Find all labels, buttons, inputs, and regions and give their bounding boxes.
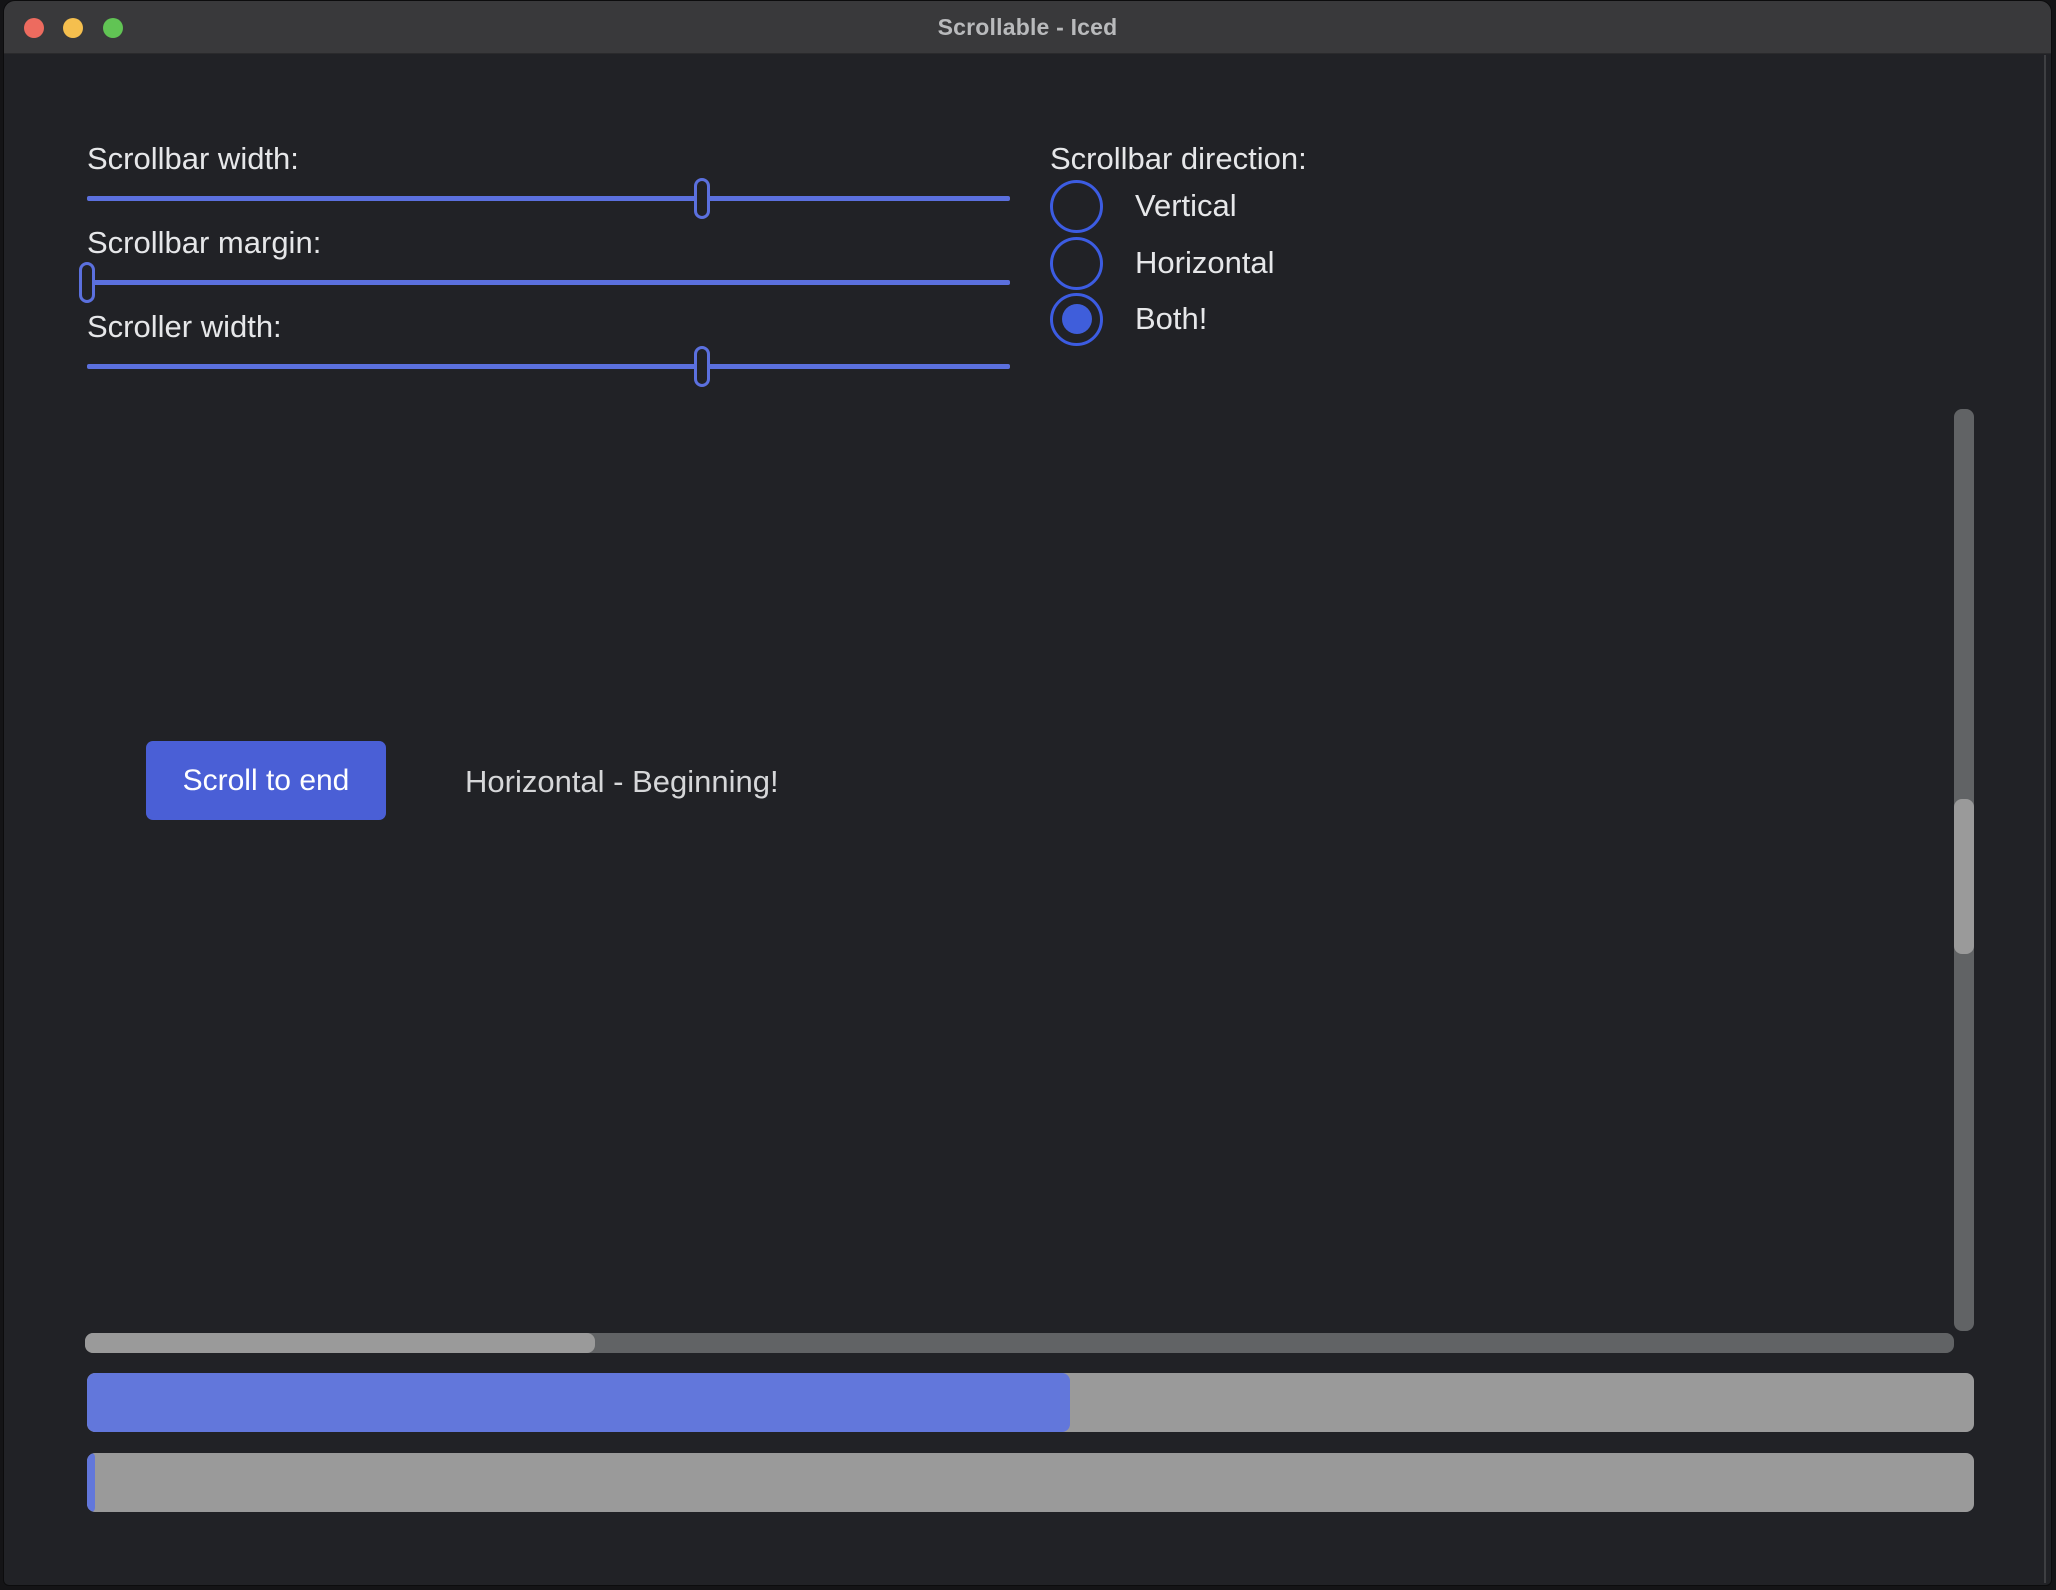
radio-option-vertical[interactable]: Vertical xyxy=(1050,178,1237,234)
scrollbar-margin-label: Scrollbar margin: xyxy=(87,225,321,261)
slider-track[interactable] xyxy=(87,364,1010,369)
radio-option-label[interactable]: Horizontal xyxy=(1135,245,1275,281)
radio-circle-icon[interactable] xyxy=(1050,180,1103,233)
horizontal-scroller[interactable] xyxy=(85,1333,595,1353)
horizontal-scrollbar-rail[interactable] xyxy=(85,1333,1954,1353)
scrollbar-width-slider[interactable] xyxy=(87,178,1010,219)
app-window: Scrollable - Iced Scrollbar width: Scrol… xyxy=(3,0,2052,1586)
progress-fill xyxy=(87,1453,95,1512)
radio-dot-icon xyxy=(1062,304,1092,334)
vertical-progress-bar xyxy=(87,1453,1974,1512)
scroll-status-text: Horizontal - Beginning! xyxy=(465,764,779,800)
slider-handle[interactable] xyxy=(694,346,710,387)
radio-option-label[interactable]: Vertical xyxy=(1135,188,1237,224)
radio-option-horizontal[interactable]: Horizontal xyxy=(1050,235,1275,291)
window-title: Scrollable - Iced xyxy=(938,14,1118,41)
vertical-scrollbar-rail[interactable] xyxy=(1954,409,1974,1331)
scroll-to-end-button[interactable]: Scroll to end xyxy=(146,741,386,820)
screen: Scrollable - Iced Scrollbar width: Scrol… xyxy=(0,0,2056,1590)
scrollbar-direction-label: Scrollbar direction: xyxy=(1050,141,1307,177)
minimize-button[interactable] xyxy=(63,18,83,38)
radio-circle-icon[interactable] xyxy=(1050,237,1103,290)
radio-circle-icon[interactable] xyxy=(1050,293,1103,346)
slider-track[interactable] xyxy=(87,280,1010,285)
window-edge xyxy=(2044,55,2046,1583)
progress-fill xyxy=(87,1373,1070,1432)
scrollbar-width-label: Scrollbar width: xyxy=(87,141,299,177)
scroller-width-label: Scroller width: xyxy=(87,309,282,345)
horizontal-progress-bar xyxy=(87,1373,1974,1432)
vertical-scroller[interactable] xyxy=(1954,799,1974,954)
close-button[interactable] xyxy=(24,18,44,38)
title-bar[interactable]: Scrollable - Iced xyxy=(4,1,2051,54)
slider-handle[interactable] xyxy=(694,178,710,219)
scroller-width-slider[interactable] xyxy=(87,346,1010,387)
slider-track[interactable] xyxy=(87,196,1010,201)
radio-option-label[interactable]: Both! xyxy=(1135,301,1207,337)
zoom-button[interactable] xyxy=(103,18,123,38)
scrollbar-margin-slider[interactable] xyxy=(87,262,1010,303)
radio-option-both[interactable]: Both! xyxy=(1050,291,1207,347)
slider-handle[interactable] xyxy=(79,262,95,303)
